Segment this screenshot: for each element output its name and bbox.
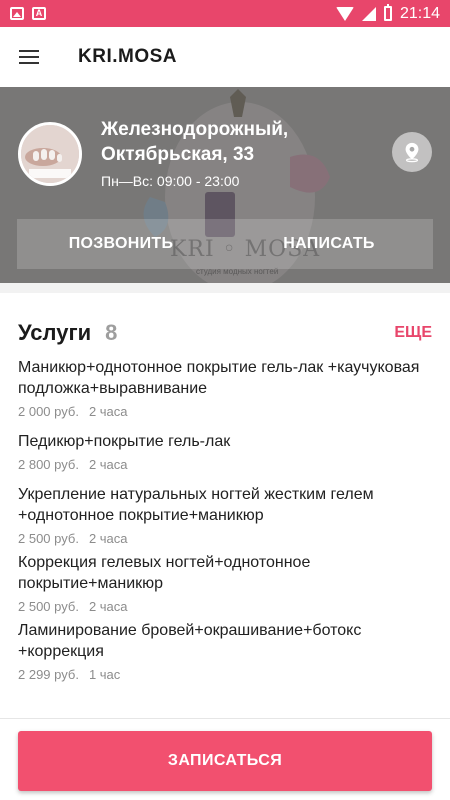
service-meta: 2 800 руб. 2 часа (18, 457, 432, 472)
service-duration: 1 час (88, 667, 121, 682)
service-name: Педикюр+покрытие гель-лак (18, 433, 231, 450)
salon-header: KRI ◦ MOSA студия модных ногтей Железнод… (0, 87, 450, 283)
services-list: Маникюр+однотонное покрытие гель-лак +ка… (0, 357, 450, 682)
status-bar: A 21:14 (0, 0, 450, 27)
section-divider (0, 283, 450, 293)
services-count: 8 (105, 320, 118, 345)
service-name: Маникюр+однотонное покрытие гель-лак +ка… (18, 359, 420, 397)
signal-icon (361, 6, 376, 21)
map-pin-icon[interactable] (392, 132, 432, 172)
service-duration: 2 часа (88, 599, 128, 614)
image-icon (10, 7, 24, 20)
app-bar: KRI.MOSA (0, 27, 450, 87)
list-item[interactable]: Укрепление натуральных ногтей жестким ге… (18, 484, 432, 546)
service-price: 2 299 руб. (18, 667, 79, 682)
service-meta: 2 299 руб. 1 час (18, 667, 432, 682)
services-title: Услуги (18, 320, 92, 345)
list-item[interactable]: Ламинирование бровей+окрашивание+ботокс … (18, 620, 432, 682)
service-name: Укрепление натуральных ногтей жестким ге… (18, 486, 374, 524)
salon-address: Железнодорожный, Октябрьская, 33 (101, 117, 288, 167)
service-duration: 2 часа (88, 531, 128, 546)
service-duration: 2 часа (88, 404, 128, 419)
service-meta: 2 500 руб. 2 часа (18, 531, 432, 546)
hamburger-menu-icon[interactable] (0, 27, 58, 87)
service-price: 2 800 руб. (18, 457, 79, 472)
a-icon: A (32, 7, 46, 20)
list-item[interactable]: Маникюр+однотонное покрытие гель-лак +ка… (18, 357, 432, 419)
services-more-button[interactable]: ЕЩЕ (394, 324, 432, 342)
book-button[interactable]: ЗАПИСАТЬСЯ (18, 731, 432, 791)
services-section: Услуги 8 ЕЩЕ Маникюр+однотонное покрытие… (0, 293, 450, 682)
working-hours: Пн—Вс: 09:00 - 23:00 (101, 173, 240, 189)
app-title: KRI.MOSA (78, 46, 177, 67)
wifi-icon (335, 6, 354, 21)
bottom-divider (0, 718, 450, 719)
status-time: 21:14 (399, 4, 440, 22)
battery-icon (383, 4, 392, 21)
services-header: Услуги 8 ЕЩЕ (0, 293, 450, 349)
address-line-1: Железнодорожный, (101, 119, 289, 140)
address-line-2: Октябрьская, 33 (101, 144, 255, 165)
service-price: 2 500 руб. (18, 599, 79, 614)
service-duration: 2 часа (88, 457, 128, 472)
service-price: 2 500 руб. (18, 531, 79, 546)
service-name: Коррекция гелевых ногтей+однотонное покр… (18, 554, 311, 592)
salon-actions: ПОЗВОНИТЬ НАПИСАТЬ (17, 219, 433, 269)
avatar (18, 122, 82, 186)
list-item[interactable]: Педикюр+покрытие гель-лак 2 800 руб. 2 ча… (18, 431, 432, 472)
message-button[interactable]: НАПИСАТЬ (225, 219, 433, 269)
call-button[interactable]: ПОЗВОНИТЬ (17, 219, 225, 269)
service-price: 2 000 руб. (18, 404, 79, 419)
service-meta: 2 500 руб. 2 часа (18, 599, 432, 614)
list-item[interactable]: Коррекция гелевых ногтей+однотонное покр… (18, 552, 432, 614)
service-name: Ламинирование бровей+окрашивание+ботокс … (18, 622, 362, 660)
service-meta: 2 000 руб. 2 часа (18, 404, 432, 419)
